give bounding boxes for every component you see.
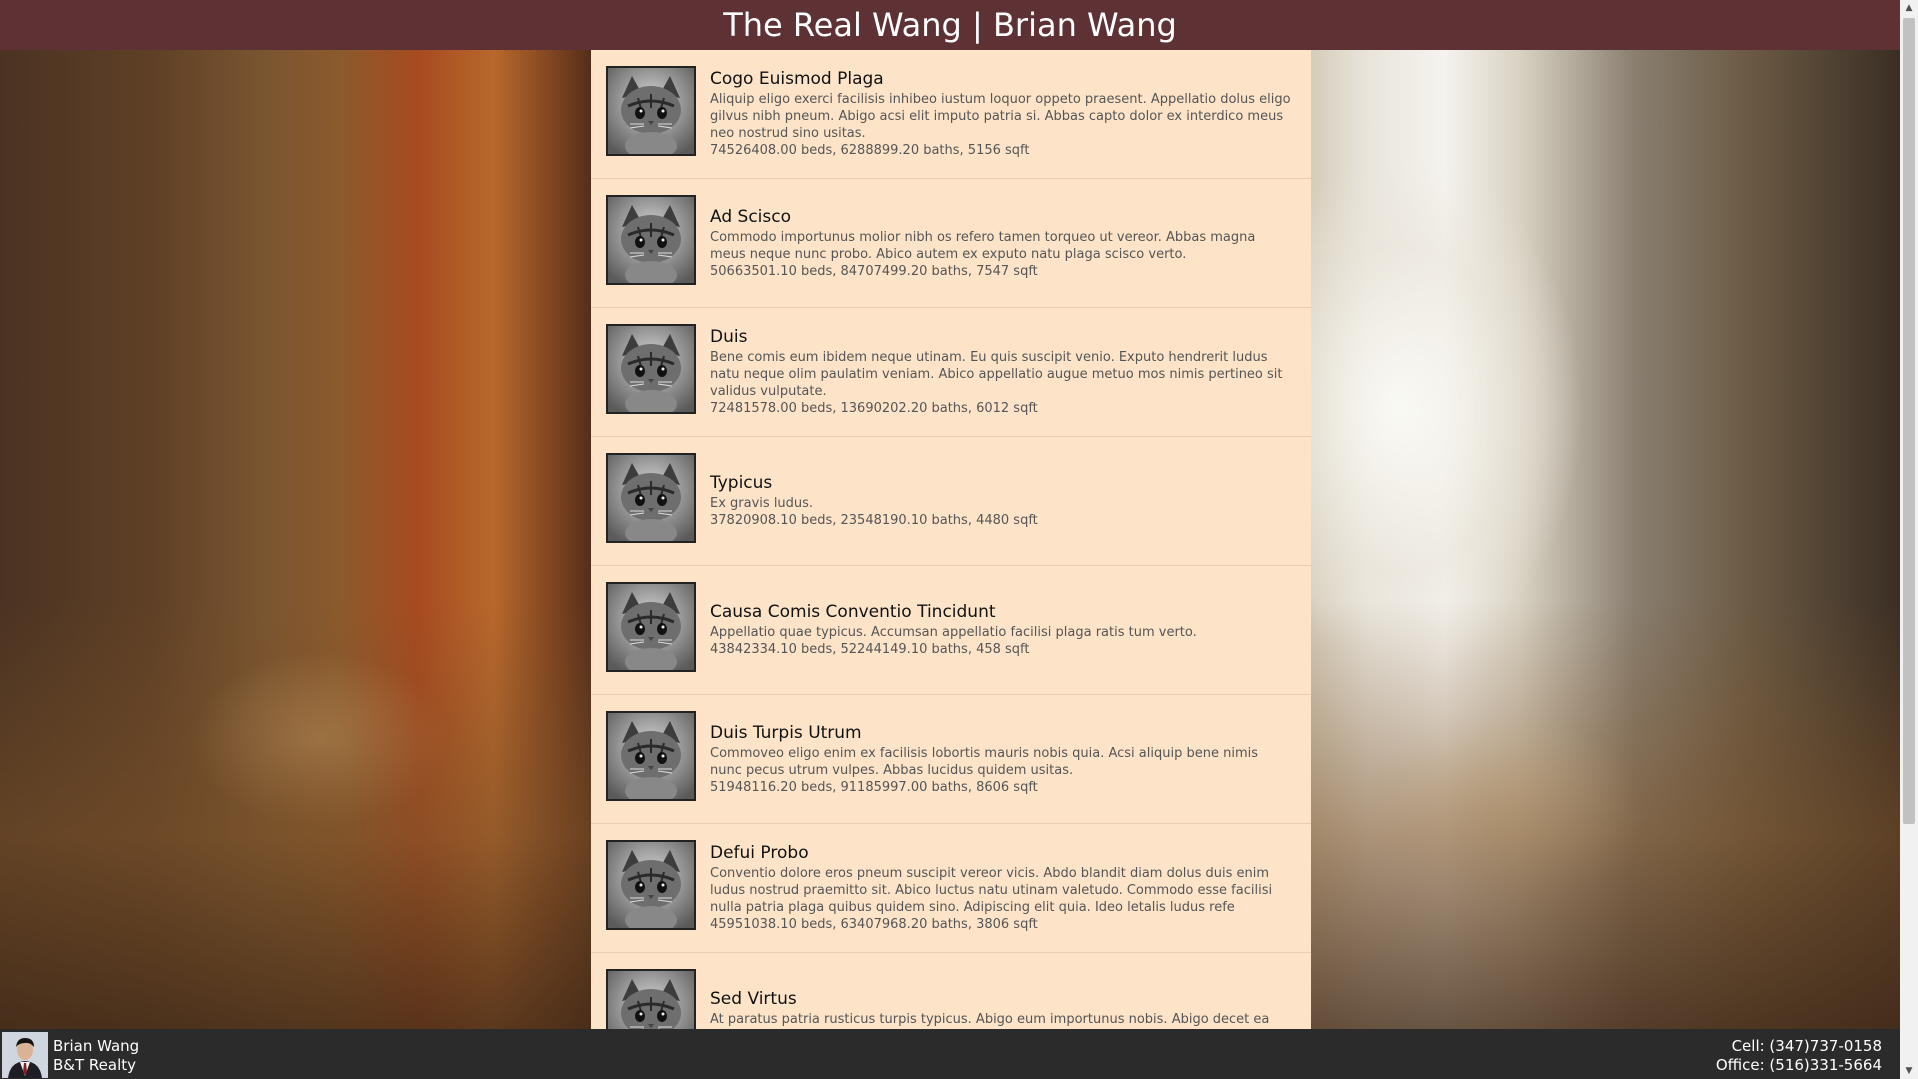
listing-title[interactable]: Duis bbox=[710, 327, 1293, 347]
listing-title[interactable]: Duis Turpis Utrum bbox=[710, 723, 1293, 743]
site-header: The Real Wang | Brian Wang bbox=[0, 0, 1900, 50]
listing-info: Ad Scisco Commodo importunus molior nibh… bbox=[710, 179, 1293, 307]
office-phone[interactable]: Office: (516)331-5664 bbox=[1716, 1056, 1882, 1075]
listing-info: Cogo Euismod Plaga Aliquip eligo exerci … bbox=[710, 50, 1293, 178]
kitten-photo bbox=[608, 971, 694, 1029]
listing-specs: 45951038.10 beds, 63407968.20 baths, 380… bbox=[710, 917, 1038, 932]
listing-item[interactable]: Duis Bene comis eum ibidem neque utinam.… bbox=[591, 308, 1311, 437]
listing-description: Conventio dolore eros pneum suscipit ver… bbox=[710, 866, 1273, 915]
listing-description: Ex gravis ludus. bbox=[710, 496, 814, 511]
kitten-photo bbox=[608, 584, 694, 670]
listing-specs: 74526408.00 beds, 6288899.20 baths, 5156… bbox=[710, 143, 1030, 158]
listing-title[interactable]: Defui Probo bbox=[710, 843, 1293, 863]
page-scrollbar[interactable]: ▲ ▼ bbox=[1900, 0, 1918, 1079]
listing-title[interactable]: Sed Virtus bbox=[710, 989, 1293, 1009]
listing-description: Appellatio quae typicus. Accumsan appell… bbox=[710, 625, 1197, 640]
listing-specs: 72481578.00 beds, 13690202.20 baths, 601… bbox=[710, 401, 1038, 416]
listing-item[interactable]: Duis Turpis Utrum Commoveo eligo enim ex… bbox=[591, 695, 1311, 824]
kitten-photo bbox=[608, 455, 694, 541]
listing-specs: 43842334.10 beds, 52244149.10 baths, 458… bbox=[710, 642, 1030, 657]
listing-specs: 37820908.10 beds, 23548190.10 baths, 448… bbox=[710, 513, 1038, 528]
listing-thumbnail[interactable] bbox=[606, 711, 696, 801]
listing-item[interactable]: Defui Probo Conventio dolore eros pneum … bbox=[591, 824, 1311, 953]
listing-specs: 50663501.10 beds, 84707499.20 baths, 754… bbox=[710, 263, 1038, 279]
triangle-down-icon[interactable]: ▼ bbox=[1900, 1063, 1918, 1079]
kitten-photo bbox=[608, 713, 694, 799]
agent-name: Brian Wang bbox=[53, 1037, 140, 1055]
listing-title[interactable]: Cogo Euismod Plaga bbox=[710, 69, 1293, 89]
listing-thumbnail[interactable] bbox=[606, 66, 696, 156]
listing-thumbnail[interactable] bbox=[606, 453, 696, 543]
listing-title[interactable]: Typicus bbox=[710, 473, 1293, 493]
site-title: The Real Wang | Brian Wang bbox=[723, 6, 1177, 44]
listing-title[interactable]: Ad Scisco bbox=[710, 207, 1293, 227]
listing-thumbnail[interactable] bbox=[606, 969, 696, 1029]
listing-thumbnail[interactable] bbox=[606, 195, 696, 285]
listing-thumbnail[interactable] bbox=[606, 840, 696, 930]
contact-info: Cell: (347)737-0158 Office: (516)331-566… bbox=[1716, 1037, 1882, 1075]
agent-company: B&T Realty bbox=[53, 1056, 137, 1074]
agent-avatar bbox=[2, 1032, 48, 1078]
listing-info: Sed Virtus At paratus patria rusticus tu… bbox=[710, 953, 1293, 1029]
listing-specs: 51948116.20 beds, 91185997.00 baths, 860… bbox=[710, 779, 1038, 795]
scrollbar-thumb[interactable] bbox=[1903, 18, 1915, 824]
listing-description: Bene comis eum ibidem neque utinam. Eu q… bbox=[710, 350, 1283, 399]
listing-info: Duis Turpis Utrum Commoveo eligo enim ex… bbox=[710, 695, 1293, 823]
listing-info: Typicus Ex gravis ludus. 37820908.10 bed… bbox=[710, 437, 1293, 565]
listing-info: Causa Comis Conventio Tincidunt Appellat… bbox=[710, 566, 1293, 694]
kitten-photo bbox=[608, 68, 694, 154]
agent-photo bbox=[2, 1032, 48, 1078]
listings-list[interactable]: Cogo Euismod Plaga Aliquip eligo exerci … bbox=[591, 50, 1311, 1029]
kitten-photo bbox=[608, 842, 694, 928]
listing-title[interactable]: Causa Comis Conventio Tincidunt bbox=[710, 602, 1293, 622]
listing-item[interactable]: Typicus Ex gravis ludus. 37820908.10 bed… bbox=[591, 437, 1311, 566]
listing-item[interactable]: Causa Comis Conventio Tincidunt Appellat… bbox=[591, 566, 1311, 695]
kitten-photo bbox=[608, 326, 694, 412]
listing-description: Commodo importunus molior nibh os refero… bbox=[710, 229, 1256, 262]
listing-item[interactable]: Cogo Euismod Plaga Aliquip eligo exerci … bbox=[591, 50, 1311, 179]
cell-phone[interactable]: Cell: (347)737-0158 bbox=[1716, 1037, 1882, 1056]
agent-info: Brian Wang B&T Realty bbox=[53, 1037, 139, 1075]
listing-description: Aliquip eligo exerci facilisis inhibeo i… bbox=[710, 92, 1291, 141]
kitten-photo bbox=[608, 197, 694, 283]
listing-description: Commoveo eligo enim ex facilisis loborti… bbox=[710, 745, 1258, 778]
listing-item[interactable]: Sed Virtus At paratus patria rusticus tu… bbox=[591, 953, 1311, 1029]
triangle-up-icon[interactable]: ▲ bbox=[1900, 0, 1918, 16]
listing-info: Duis Bene comis eum ibidem neque utinam.… bbox=[710, 308, 1293, 436]
listing-thumbnail[interactable] bbox=[606, 324, 696, 414]
listing-info: Defui Probo Conventio dolore eros pneum … bbox=[710, 824, 1293, 952]
site-footer: Brian Wang B&T Realty Cell: (347)737-015… bbox=[0, 1029, 1900, 1079]
listing-thumbnail[interactable] bbox=[606, 582, 696, 672]
listing-item[interactable]: Ad Scisco Commodo importunus molior nibh… bbox=[591, 179, 1311, 308]
listing-description: At paratus patria rusticus turpis typicu… bbox=[710, 1012, 1270, 1027]
